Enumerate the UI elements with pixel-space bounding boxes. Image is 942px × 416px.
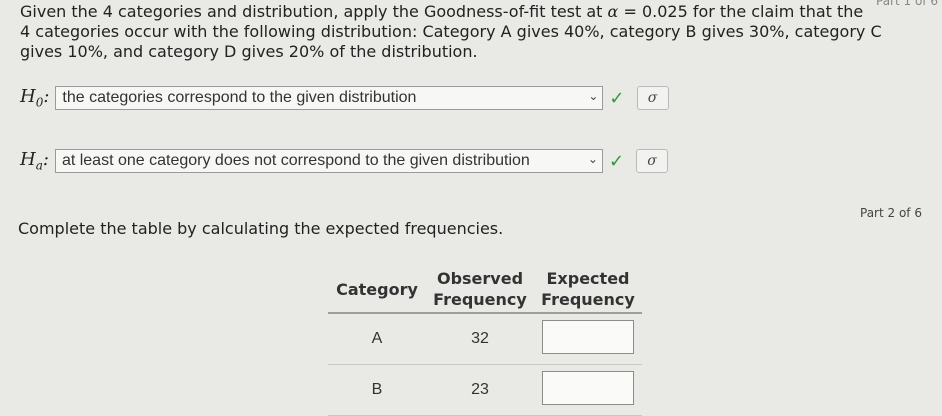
sigma-icon[interactable]: σ — [636, 149, 669, 173]
category-cell: A — [328, 313, 426, 365]
header-category: Category — [328, 266, 426, 314]
expected-input-b[interactable] — [542, 370, 634, 405]
check-icon: ✓ — [608, 150, 625, 172]
instruction-text: Complete the table by calculating the ex… — [18, 219, 504, 238]
observed-cell: 32 — [426, 313, 534, 365]
frequency-table: Category Observed Frequency Expected Frequ… — [328, 266, 642, 416]
question-text: Given the 4 categories and distribution,… — [20, 2, 940, 62]
expected-input-a[interactable] — [542, 319, 634, 354]
h0-select-value: the categories correspond to the given d… — [62, 89, 417, 106]
header-observed: Observed Frequency — [426, 266, 534, 314]
check-icon: ✓ — [609, 87, 625, 109]
ha-label: Ha: — [20, 149, 49, 173]
question-line2: 4 categories occur with the following di… — [20, 22, 882, 41]
chevron-down-icon: ⌄ — [588, 89, 599, 103]
expected-cell — [534, 364, 642, 416]
ha-select[interactable]: at least one category does not correspon… — [54, 149, 603, 173]
table-row: A 32 — [328, 313, 642, 365]
question-line3: gives 10%, and category D gives 20% of t… — [20, 42, 478, 61]
alpha-symbol: α — [607, 2, 619, 21]
observed-cell: 23 — [426, 364, 534, 416]
h0-label: H0: — [20, 86, 50, 110]
expected-cell — [534, 313, 642, 365]
ha-select-value: at least one category does not correspon… — [61, 152, 530, 169]
sigma-icon[interactable]: σ — [636, 86, 669, 110]
chevron-down-icon: ⌄ — [587, 152, 598, 166]
null-hypothesis-row: H0: the categories correspond to the giv… — [20, 86, 669, 110]
category-cell: B — [328, 364, 426, 416]
alt-hypothesis-row: Ha: at least one category does not corre… — [20, 149, 669, 173]
question-line1-b: = 0.025 for the claim that the — [618, 2, 864, 21]
question-line1-a: Given the 4 categories and distribution,… — [20, 2, 608, 21]
table-row: B 23 — [328, 364, 642, 416]
h0-select[interactable]: the categories correspond to the given d… — [55, 86, 604, 110]
header-expected: Expected Frequency — [534, 266, 642, 314]
part-indicator: Part 2 of 6 — [860, 206, 922, 220]
